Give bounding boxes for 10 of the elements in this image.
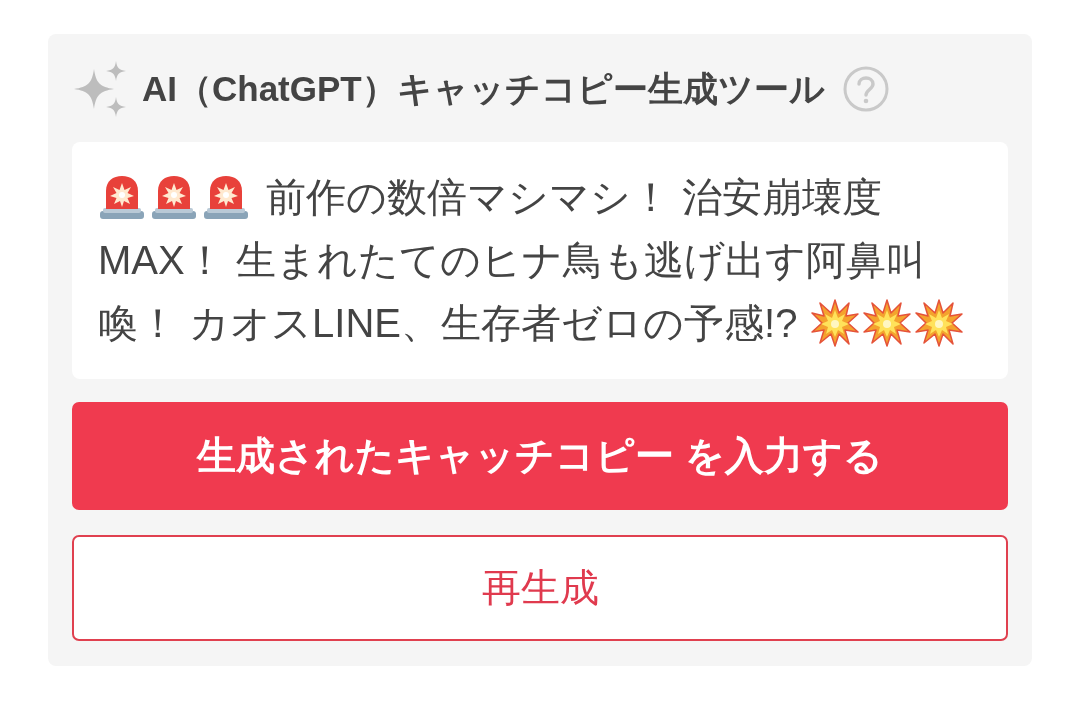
- catchphrase-text: 前作の数倍マシマシ！ 治安崩壊度: [266, 173, 883, 221]
- explosion-icon: [811, 298, 860, 347]
- help-icon[interactable]: [842, 66, 889, 112]
- explosion-icon: [915, 298, 964, 347]
- tool-title: AI（ChatGPT）キャッチコピー生成ツール: [142, 67, 825, 110]
- catchphrase-text: 喚！ カオスLINE、生存者ゼロの予感!?: [98, 299, 798, 347]
- catchphrase-text: MAX！ 生まれたてのヒナ鳥も逃げ出す阿鼻叫: [98, 236, 926, 284]
- insert-button[interactable]: 生成されたキャッチコピー を入力する: [72, 402, 1008, 510]
- explosion-icon: [863, 298, 912, 347]
- regenerate-button[interactable]: 再生成: [72, 535, 1008, 641]
